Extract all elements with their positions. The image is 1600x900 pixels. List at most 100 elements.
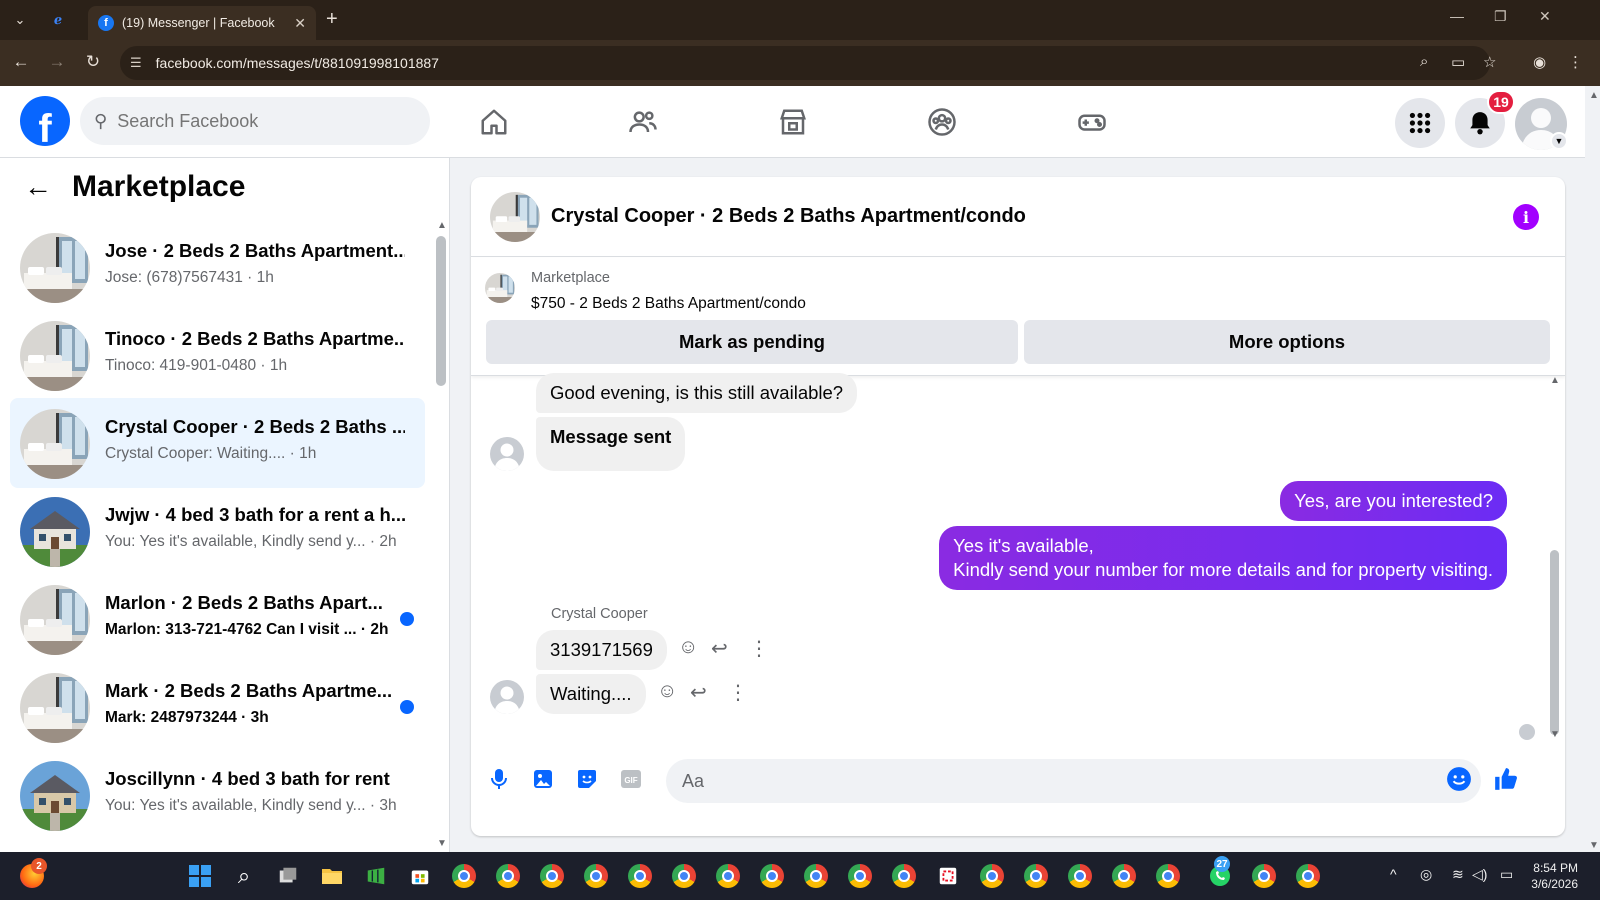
chrome-taskbar-icon[interactable]: [890, 862, 918, 890]
nav-gaming-icon[interactable]: [1072, 104, 1112, 140]
message-incoming[interactable]: Good evening, is this still available?: [536, 373, 858, 413]
chrome-taskbar-icon[interactable]: [626, 862, 654, 890]
site-settings-icon[interactable]: ☰: [130, 55, 142, 71]
facebook-logo-icon[interactable]: f: [20, 96, 70, 146]
chrome-taskbar-icon[interactable]: [1294, 862, 1322, 890]
chrome-taskbar-icon[interactable]: [714, 862, 742, 890]
cast-icon[interactable]: ▭: [1451, 53, 1465, 71]
more-actions-icon[interactable]: ⋮: [749, 636, 769, 661]
bookmark-star-icon[interactable]: ☆: [1483, 53, 1496, 71]
windows-start-icon[interactable]: [186, 862, 214, 890]
menu-grid-button[interactable]: [1395, 98, 1445, 148]
mark-as-pending-button[interactable]: Mark as pending: [486, 320, 1018, 364]
nav-friends-icon[interactable]: [623, 104, 663, 140]
back-arrow-icon[interactable]: ←: [24, 171, 52, 203]
maximize-icon[interactable]: ❐: [1494, 8, 1507, 25]
new-tab-icon[interactable]: +: [326, 8, 338, 31]
scroll-up-icon[interactable]: ▲: [1550, 375, 1560, 386]
emoji-icon[interactable]: [1446, 766, 1472, 792]
zoom-icon[interactable]: ⌕: [1420, 53, 1428, 70]
chrome-taskbar-icon[interactable]: [1066, 862, 1094, 890]
nav-home-icon[interactable]: [474, 104, 514, 140]
conversation-item[interactable]: Mark · 2 Beds 2 Baths Apartme... Mark: 24…: [10, 662, 425, 752]
message-incoming[interactable]: Message sent: [536, 417, 686, 471]
scroll-down-icon[interactable]: ▼: [437, 838, 447, 849]
volume-icon[interactable]: ◁): [1472, 866, 1487, 883]
chrome-taskbar-icon[interactable]: [802, 862, 830, 890]
url-omnibox[interactable]: ☰ facebook.com/messages/t/88109199810188…: [120, 46, 1490, 80]
tray-app-icon[interactable]: ◎: [1420, 866, 1432, 883]
message-input[interactable]: [666, 759, 1481, 803]
chat-listing-thumbnail[interactable]: [490, 192, 540, 242]
minimize-icon[interactable]: —: [1450, 8, 1464, 24]
sticker-icon[interactable]: [574, 766, 600, 792]
file-explorer-icon[interactable]: [318, 862, 346, 890]
search-box[interactable]: ⚲: [80, 97, 430, 145]
conversation-item[interactable]: Jwjw · 4 bed 3 bath for a rent a h... You…: [10, 486, 425, 576]
message-incoming[interactable]: 3139171569: [536, 630, 667, 670]
conversation-item[interactable]: Tinoco · 2 Beds 2 Baths Apartme... Tinoco…: [10, 310, 425, 400]
task-view-icon[interactable]: [274, 862, 302, 890]
reply-icon[interactable]: ↩: [690, 680, 707, 705]
listing-price[interactable]: $750 - 2 Beds 2 Baths Apartment/condo: [531, 295, 806, 313]
chrome-taskbar-icon[interactable]: [1110, 862, 1138, 890]
tab-search-chevron-icon[interactable]: ⌄: [8, 8, 32, 32]
chrome-taskbar-icon[interactable]: [1250, 862, 1278, 890]
profile-icon[interactable]: ◉: [1533, 53, 1546, 71]
info-icon[interactable]: i: [1513, 204, 1539, 230]
nav-groups-icon[interactable]: [922, 104, 962, 140]
message-outgoing[interactable]: Yes, are you interested?: [1280, 481, 1507, 521]
scroll-down-icon[interactable]: ▼: [1550, 729, 1560, 740]
conversation-item[interactable]: Marlon · 2 Beds 2 Baths Apart... Marlon: …: [10, 574, 425, 664]
chrome-taskbar-icon[interactable]: [1022, 862, 1050, 890]
react-emoji-icon[interactable]: ☺: [678, 636, 698, 659]
contact-avatar[interactable]: [490, 680, 524, 714]
search-input[interactable]: [117, 110, 398, 132]
page-scroll-down-icon[interactable]: ▼: [1589, 840, 1599, 851]
forward-icon[interactable]: →: [46, 52, 68, 72]
back-icon[interactable]: ←: [10, 52, 32, 72]
chrome-taskbar-icon[interactable]: [1154, 862, 1182, 890]
react-emoji-icon[interactable]: ☺: [657, 680, 677, 703]
scroll-up-icon[interactable]: ▲: [437, 220, 447, 231]
chrome-taskbar-icon[interactable]: [538, 862, 566, 890]
photo-icon[interactable]: [530, 766, 556, 792]
nav-marketplace-icon[interactable]: [773, 104, 813, 140]
window-close-icon[interactable]: ✕: [1539, 8, 1551, 25]
menu-kebab-icon[interactable]: ⋮: [1568, 53, 1583, 71]
more-actions-icon[interactable]: ⋮: [728, 680, 748, 705]
chrome-taskbar-icon[interactable]: [582, 862, 610, 890]
chat-scrollbar[interactable]: [1550, 550, 1559, 735]
message-outgoing[interactable]: Yes it's available, Kindly send your num…: [939, 526, 1507, 590]
microphone-icon[interactable]: [486, 766, 512, 792]
tray-overflow-icon[interactable]: ^: [1390, 866, 1397, 882]
message-incoming[interactable]: Waiting....: [536, 674, 646, 714]
chrome-taskbar-icon[interactable]: [758, 862, 786, 890]
chrome-taskbar-icon[interactable]: [846, 862, 874, 890]
chevron-down-icon[interactable]: ▼: [1550, 132, 1568, 150]
chrome-taskbar-icon[interactable]: [494, 862, 522, 890]
chat-title[interactable]: Crystal Cooper · 2 Beds 2 Baths Apartmen…: [551, 205, 1026, 228]
conversation-item[interactable]: Crystal Cooper · 2 Beds 2 Baths ... Cryst…: [10, 398, 425, 488]
contact-avatar[interactable]: [490, 437, 524, 471]
more-options-button[interactable]: More options: [1024, 320, 1550, 364]
tab-close-icon[interactable]: ✕: [294, 15, 306, 32]
reload-icon[interactable]: ↻: [82, 52, 104, 72]
app-green-icon[interactable]: [362, 862, 390, 890]
page-scroll-up-icon[interactable]: ▲: [1589, 90, 1599, 101]
battery-icon[interactable]: ▭: [1500, 866, 1513, 883]
like-thumbs-up-icon[interactable]: [1493, 766, 1519, 792]
microsoft-store-icon[interactable]: [406, 862, 434, 890]
sidebar-scrollbar[interactable]: [436, 236, 446, 386]
chrome-taskbar-icon[interactable]: [450, 862, 478, 890]
gif-icon[interactable]: GIF: [618, 766, 644, 792]
edge-icon[interactable]: ℯ: [46, 8, 70, 32]
wifi-icon[interactable]: ≋: [1452, 866, 1464, 883]
conversation-item[interactable]: Joscillynn · 4 bed 3 bath for rent You: Y…: [10, 750, 425, 840]
reply-icon[interactable]: ↩: [711, 636, 728, 661]
system-clock[interactable]: 8:54 PM 3/6/2026: [1518, 860, 1578, 892]
browser-tab-messenger[interactable]: f (19) Messenger | Facebook ✕: [88, 6, 316, 40]
chrome-taskbar-icon[interactable]: [978, 862, 1006, 890]
chrome-taskbar-icon[interactable]: [670, 862, 698, 890]
listing-thumbnail[interactable]: [485, 273, 515, 303]
